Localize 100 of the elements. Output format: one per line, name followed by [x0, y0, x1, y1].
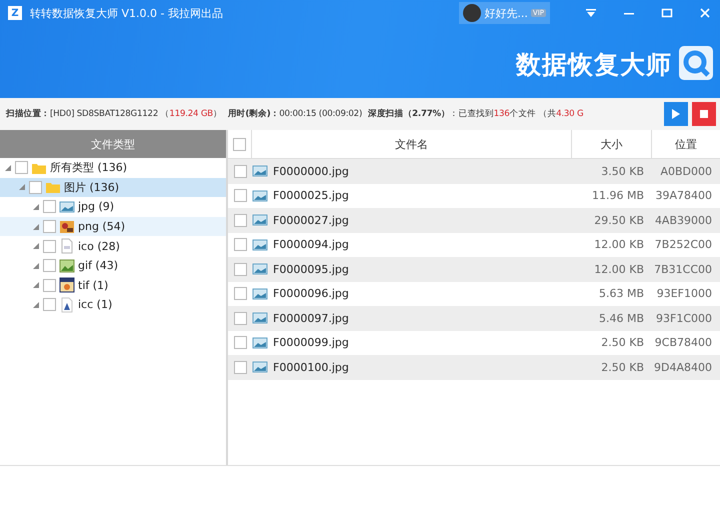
file-name: F0000095.jpg	[273, 262, 349, 276]
expand-triangle-icon[interactable]	[32, 262, 40, 270]
tree-item-label: jpg (9)	[78, 200, 114, 214]
dropdown-icon	[585, 8, 597, 18]
checkbox[interactable]	[15, 161, 28, 174]
expand-triangle-icon[interactable]	[32, 281, 40, 290]
image-file-icon	[59, 258, 75, 274]
checkbox[interactable]	[234, 262, 246, 276]
expand-triangle-icon[interactable]	[32, 222, 40, 231]
image-file-icon	[252, 261, 268, 278]
checkbox[interactable]	[234, 312, 246, 325]
file-name: F0000099.jpg	[273, 336, 349, 350]
tree-item[interactable]: 所有类型 (136)	[0, 158, 226, 178]
file-name: F0000097.jpg	[273, 312, 349, 325]
checkbox[interactable]	[43, 278, 56, 292]
scan-status-text: 扫描位置：[HD0] SD8SBAT128G1122 （119.24 GB） 用时(剩余)：00:00:15 (00:09:02) 深度扫描（2.77%）：已查找到136个文件 （共4.30 G	[6, 108, 584, 120]
checkbox[interactable]	[234, 360, 246, 374]
checkbox[interactable]	[29, 180, 42, 194]
tree-item[interactable]: 图片 (136)	[0, 178, 226, 198]
image-file-icon	[252, 236, 268, 253]
file-location: 93F1C000	[656, 312, 712, 325]
tree-item-label: 所有类型 (136)	[50, 160, 128, 176]
checkbox[interactable]	[234, 336, 246, 350]
checkbox[interactable]	[43, 240, 56, 253]
checkbox[interactable]	[234, 287, 246, 300]
play-icon	[671, 108, 681, 120]
image-file-icon	[59, 277, 75, 294]
checkbox[interactable]	[43, 298, 56, 312]
file-size: 3.50 KB	[601, 164, 644, 178]
stop-button[interactable]	[692, 102, 716, 126]
tree-item-label: 图片 (136)	[64, 180, 120, 195]
tree-item[interactable]: png (54)	[0, 216, 226, 236]
checkbox[interactable]	[234, 214, 246, 227]
maximize-icon	[661, 8, 673, 18]
expand-triangle-icon[interactable]	[32, 242, 40, 250]
column-header[interactable]: 文件名	[252, 130, 572, 158]
image-file-icon	[252, 310, 268, 326]
file-location: 9CB78400	[654, 336, 712, 350]
file-location: 9D4A8400	[654, 360, 712, 374]
file-location: 93EF1000	[656, 287, 712, 300]
image-file-icon	[252, 212, 268, 228]
column-header[interactable]: 大小	[572, 130, 652, 158]
expand-triangle-icon[interactable]	[32, 202, 40, 211]
file-name: F0000025.jpg	[273, 189, 349, 202]
image-file-icon	[59, 296, 75, 313]
select-all-checkbox[interactable]	[233, 138, 246, 150]
play-button[interactable]	[664, 102, 688, 126]
close-icon	[699, 8, 711, 18]
window-title: 转转数据恢复大师 V1.0.0 - 我拉网出品	[30, 6, 223, 20]
expand-triangle-icon[interactable]	[32, 300, 40, 309]
file-size: 5.46 MB	[598, 312, 644, 325]
file-name: F0000027.jpg	[273, 214, 349, 227]
magnifier-logo-icon	[678, 45, 714, 83]
image-file-icon	[59, 218, 75, 235]
checkbox[interactable]	[234, 238, 246, 252]
tree-item-label: gif (43)	[78, 259, 118, 272]
file-type-header: 文件类型	[0, 130, 226, 158]
file-name: F0000000.jpg	[273, 164, 349, 178]
app-logo: Z	[8, 6, 22, 20]
checkbox[interactable]	[234, 189, 246, 202]
stop-icon	[699, 109, 709, 119]
tree-item[interactable]: ico (28)	[0, 236, 226, 256]
expand-triangle-icon[interactable]	[18, 183, 26, 192]
tree-item-label: png (54)	[78, 220, 126, 234]
image-file-icon	[252, 188, 268, 204]
file-location: 7B31CC00	[654, 262, 712, 276]
file-location: A0BD000	[660, 164, 712, 178]
file-location: 7B252C00	[654, 238, 712, 252]
image-file-icon	[252, 163, 268, 180]
expand-triangle-icon[interactable]	[4, 164, 12, 172]
tree-item-label: tif (1)	[78, 278, 108, 292]
tree-item-label: ico (28)	[78, 240, 120, 253]
checkbox[interactable]	[234, 164, 246, 178]
file-size: 11.96 MB	[592, 189, 644, 202]
image-file-icon	[252, 334, 268, 351]
column-header[interactable]: 位置	[652, 130, 720, 158]
tree-item[interactable]: jpg (9)	[0, 197, 226, 217]
checkbox[interactable]	[43, 259, 56, 272]
file-location: 4AB39000	[654, 214, 712, 227]
brand-name: 数据恢复大师	[516, 48, 672, 80]
file-size: 5.63 MB	[598, 287, 644, 300]
file-size: 2.50 KB	[601, 336, 644, 350]
image-file-icon	[59, 238, 75, 254]
image-file-icon	[252, 359, 268, 376]
image-file-icon	[59, 198, 75, 215]
file-name: F0000094.jpg	[273, 238, 349, 252]
tree-item[interactable]: tif (1)	[0, 276, 226, 296]
checkbox[interactable]	[43, 220, 56, 234]
image-file-icon	[252, 286, 268, 302]
tree-item[interactable]: gif (43)	[0, 256, 226, 276]
checkbox[interactable]	[43, 200, 56, 214]
file-size: 2.50 KB	[601, 360, 644, 374]
user-name: 好好先...	[484, 6, 528, 20]
avatar	[463, 4, 482, 22]
tree-item-label: icc (1)	[78, 298, 112, 312]
file-size: 29.50 KB	[594, 214, 644, 227]
file-size: 12.00 KB	[594, 238, 644, 252]
tree-item[interactable]: icc (1)	[0, 295, 226, 315]
file-size: 12.00 KB	[594, 262, 644, 276]
file-location: 39A78400	[655, 189, 712, 202]
